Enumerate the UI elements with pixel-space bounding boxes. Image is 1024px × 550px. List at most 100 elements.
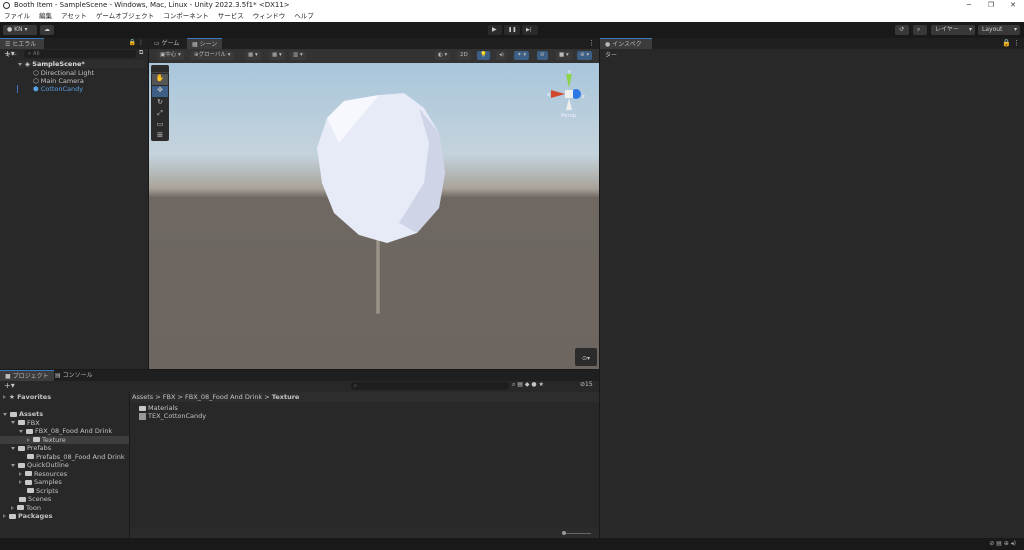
foldout-arrow[interactable] xyxy=(11,446,15,450)
foldout-arrow[interactable] xyxy=(11,463,15,467)
minimize-button[interactable]: ─ xyxy=(958,0,980,11)
space-dropdown[interactable]: ⊕グローバル ▾ xyxy=(191,51,234,60)
account-button[interactable]: ● KN ▾ xyxy=(3,25,37,35)
tab-hierarchy[interactable]: ☰ ヒエラルキー xyxy=(0,38,44,59)
add-button[interactable]: +▾ xyxy=(4,49,15,58)
tab-project[interactable]: ■ プロジェクト xyxy=(0,370,54,381)
icon-size-slider[interactable] xyxy=(563,533,591,534)
breadcrumb-fbx[interactable]: FBX xyxy=(163,393,176,401)
foldout-arrow[interactable] xyxy=(11,505,14,510)
menu-services[interactable]: サービス xyxy=(218,11,244,22)
favorites-item[interactable]: ★ Favorites xyxy=(3,393,51,401)
scene-visibility-icon[interactable]: ⧉ xyxy=(139,49,143,57)
menu-gameobject[interactable]: ゲームオブジェクト xyxy=(96,11,154,22)
foldout-arrow[interactable] xyxy=(3,412,7,416)
file-item-materials[interactable]: Materials xyxy=(139,404,178,412)
hierarchy-item[interactable]: ⬡ Main Camera xyxy=(33,77,84,85)
project-tree-item[interactable]: Texture xyxy=(0,435,129,444)
create-button[interactable]: +▾ xyxy=(4,381,15,390)
project-tree-item[interactable]: Packages xyxy=(3,512,52,520)
hierarchy-item-selected[interactable]: ⬢ CottonCandy xyxy=(33,85,83,93)
tab-console[interactable]: ▤ コンソール xyxy=(50,370,98,381)
slider-handle[interactable] xyxy=(562,531,566,535)
move-tool-icon[interactable]: ✥ xyxy=(152,86,168,97)
project-tree-item[interactable]: Resources xyxy=(19,470,67,478)
tab-game[interactable]: ▭ ゲーム xyxy=(149,38,184,49)
rect-tool-icon[interactable]: ▭ xyxy=(151,120,169,131)
cloud-icon[interactable]: ☁ xyxy=(40,25,54,35)
play-button[interactable]: ▶ xyxy=(488,25,502,35)
hidden-objects-toggle[interactable]: ⊘ xyxy=(537,51,548,60)
2d-toggle[interactable]: 2D xyxy=(457,51,471,60)
align-button[interactable]: ▥ ▾ xyxy=(290,51,306,60)
menu-assets[interactable]: アセット xyxy=(61,11,87,22)
maximize-button[interactable]: ❐ xyxy=(980,0,1002,11)
layers-dropdown[interactable]: レイヤー ▾ xyxy=(931,25,975,35)
hidden-packages-count[interactable]: ⊘15 xyxy=(580,381,593,388)
tools-palette: ✋ ✥ ↻ ⤢ ▭ ⊞ xyxy=(151,65,169,141)
menu-component[interactable]: コンポーネント xyxy=(163,11,209,22)
pause-button[interactable]: ❚❚ xyxy=(504,25,520,35)
foldout-arrow[interactable] xyxy=(27,437,30,442)
panel-menu-icon[interactable]: 🔒 ⋮ xyxy=(129,39,144,46)
main-toolbar: ● KN ▾ ☁ ▶ ❚❚ ▶| ↺ ⌕ レイヤー ▾ Layout ▾ xyxy=(0,22,1024,38)
splitter[interactable] xyxy=(129,392,130,538)
project-tree-item[interactable]: Samples xyxy=(19,478,62,486)
tab-scene[interactable]: ▦ シーン xyxy=(187,38,223,49)
lighting-toggle[interactable]: 💡 xyxy=(477,51,490,60)
foldout-arrow[interactable] xyxy=(19,471,22,476)
search-icon[interactable]: ⌕ xyxy=(913,25,927,35)
panel-menu-icon[interactable]: 🔒 ⋮ xyxy=(1002,39,1020,47)
status-icons[interactable]: ⊘ ▤ ⊕ ◂) xyxy=(989,540,1016,547)
rotate-tool-icon[interactable]: ↻ xyxy=(151,98,169,109)
project-tree-item[interactable]: FBX_08_Food And Drink xyxy=(19,427,112,435)
panel-menu-icon[interactable]: ⋮ xyxy=(588,39,595,47)
project-tree-item[interactable]: Assets xyxy=(3,410,43,418)
step-button[interactable]: ▶| xyxy=(522,25,538,35)
file-item-texture[interactable]: TEX_CottonCandy xyxy=(139,412,206,420)
draw-mode-button[interactable]: ◐ ▾ xyxy=(435,51,451,60)
transform-tool-icon[interactable]: ⊞ xyxy=(151,131,169,142)
foldout-arrow[interactable] xyxy=(19,480,22,484)
close-button[interactable]: ✕ xyxy=(1002,0,1024,11)
project-tree-item[interactable]: FBX xyxy=(11,419,40,427)
camera-overlay-button[interactable]: ⊙▾ xyxy=(575,348,597,366)
project-search-input[interactable]: ⌕ xyxy=(351,382,509,390)
search-by-type-icon[interactable]: ⌕ ▤ ◆ ● ★ xyxy=(512,381,544,389)
project-tree-item[interactable]: Prefabs xyxy=(11,444,51,452)
menu-window[interactable]: ウィンドウ xyxy=(253,11,286,22)
project-tree-item[interactable]: Toon xyxy=(11,504,41,512)
persp-label[interactable]: Persp xyxy=(561,113,576,119)
history-icon[interactable]: ↺ xyxy=(895,25,909,35)
foldout-arrow[interactable] xyxy=(19,429,23,433)
project-tree-item[interactable]: Prefabs_08_Food And Drink xyxy=(19,453,125,461)
project-tree-item[interactable]: Scripts xyxy=(19,487,58,495)
tab-inspector[interactable]: ● インスペクター xyxy=(600,38,652,59)
tree-item-label: Resources xyxy=(34,469,68,478)
grid-snap-button[interactable]: ▦ ▾ xyxy=(245,51,261,60)
menu-file[interactable]: ファイル xyxy=(4,11,30,22)
audio-toggle[interactable]: ◂) xyxy=(496,51,507,60)
breadcrumb-food-and-drink[interactable]: FBX_08_Food And Drink xyxy=(185,393,262,401)
menu-help[interactable]: ヘルプ xyxy=(294,11,314,22)
foldout-arrow[interactable] xyxy=(11,421,15,424)
hand-tool-icon[interactable]: ✋ xyxy=(152,74,168,85)
pivot-dropdown[interactable]: ▣中心 ▾ xyxy=(157,51,184,60)
snap-increment-button[interactable]: ▦ ▾ xyxy=(269,51,285,60)
layout-dropdown[interactable]: Layout ▾ xyxy=(978,25,1020,35)
menu-edit[interactable]: 編集 xyxy=(39,11,52,22)
hierarchy-item[interactable]: ⬡ Directional Light xyxy=(33,69,94,77)
effects-dropdown[interactable]: ✦ ▾ xyxy=(514,51,530,60)
palette-drag-handle[interactable] xyxy=(151,65,169,73)
project-tree-item[interactable]: QuickOutline xyxy=(11,461,69,469)
foldout-arrow[interactable] xyxy=(3,514,6,518)
hierarchy-search-input[interactable]: ⌕ All xyxy=(24,50,136,58)
scene-viewport[interactable]: ✋ ✥ ↻ ⤢ ▭ ⊞ y x z Persp ⊙▾ xyxy=(149,63,599,369)
breadcrumb-assets[interactable]: Assets xyxy=(132,393,153,401)
camera-dropdown[interactable]: ■ ▾ xyxy=(556,51,572,60)
project-tree-item[interactable]: Scenes xyxy=(11,495,51,503)
scale-tool-icon[interactable]: ⤢ xyxy=(151,109,169,120)
gizmos-dropdown[interactable]: ⊕ ▾ xyxy=(577,51,593,60)
scene-root[interactable]: ◈ SampleScene* xyxy=(18,60,146,68)
breadcrumb-texture[interactable]: Texture xyxy=(272,393,300,401)
